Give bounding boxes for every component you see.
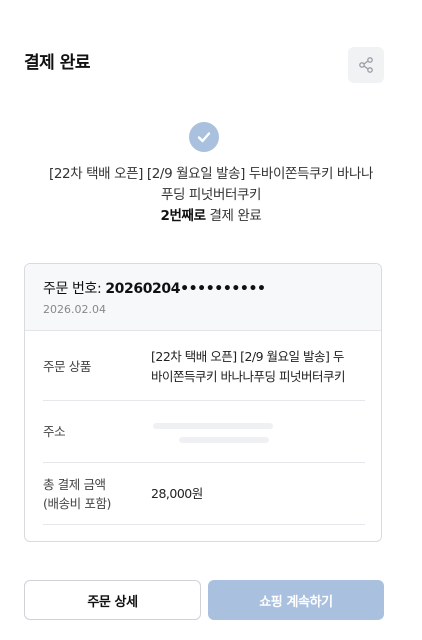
share-button[interactable] bbox=[348, 47, 384, 83]
products-value-line2: 바이쫀득쿠키 바나나푸딩 피넛버터쿠키 bbox=[151, 369, 345, 384]
order-date: 2026.02.04 bbox=[43, 303, 106, 316]
check-circle-icon bbox=[189, 122, 219, 152]
address-value-redacted bbox=[153, 423, 273, 429]
completion-message: 2번째로 결제 완료 bbox=[20, 206, 402, 227]
total-label-line2: (배송비 포함) bbox=[43, 496, 112, 511]
products-label: 주문 상품 bbox=[43, 359, 91, 374]
order-detail-button[interactable]: 주문 상세 bbox=[24, 580, 201, 620]
order-products-row: 주문 상품 [22차 택배 오픈] [2/9 월요일 발송] 두 바이쫀득쿠키 … bbox=[43, 330, 365, 401]
order-count: 2번째로 bbox=[160, 208, 206, 224]
address-value-redacted bbox=[179, 437, 269, 443]
page-title: 결제 완료 bbox=[24, 53, 90, 73]
share-icon bbox=[359, 57, 373, 73]
completion-text: 결제 완료 bbox=[205, 208, 262, 224]
order-number: 주문 번호: 20260204•••••••••• bbox=[43, 278, 266, 298]
order-header: 주문 번호: 20260204•••••••••• 2026.02.04 bbox=[25, 264, 381, 331]
total-label: 총 결제 금액 (배송비 포함) bbox=[43, 475, 111, 513]
order-address-row: 주소 bbox=[43, 401, 365, 463]
order-number-label: 주문 번호: bbox=[43, 281, 106, 297]
address-label: 주소 bbox=[43, 424, 66, 439]
total-value: 28,000원 bbox=[151, 486, 203, 501]
order-number-value: 20260204•••••••••• bbox=[105, 281, 266, 297]
product-name-line1: [22차 택배 오픈] [2/9 월요일 발송] 두바이쫀득쿠키 바나나 bbox=[48, 166, 373, 182]
products-value-line1: [22차 택배 오픈] [2/9 월요일 발송] 두 bbox=[151, 349, 344, 364]
product-name-line2: 푸딩 피넛버터쿠키 bbox=[160, 187, 262, 203]
order-summary-card: 주문 번호: 20260204•••••••••• 2026.02.04 주문 … bbox=[24, 263, 382, 542]
order-total-row: 총 결제 금액 (배송비 포함) 28,000원 bbox=[43, 463, 365, 525]
total-label-line1: 총 결제 금액 bbox=[43, 477, 106, 492]
products-value: [22차 택배 오픈] [2/9 월요일 발송] 두 바이쫀득쿠키 바나나푸딩 … bbox=[151, 347, 367, 387]
continue-shopping-button[interactable]: 쇼핑 계속하기 bbox=[208, 580, 384, 620]
